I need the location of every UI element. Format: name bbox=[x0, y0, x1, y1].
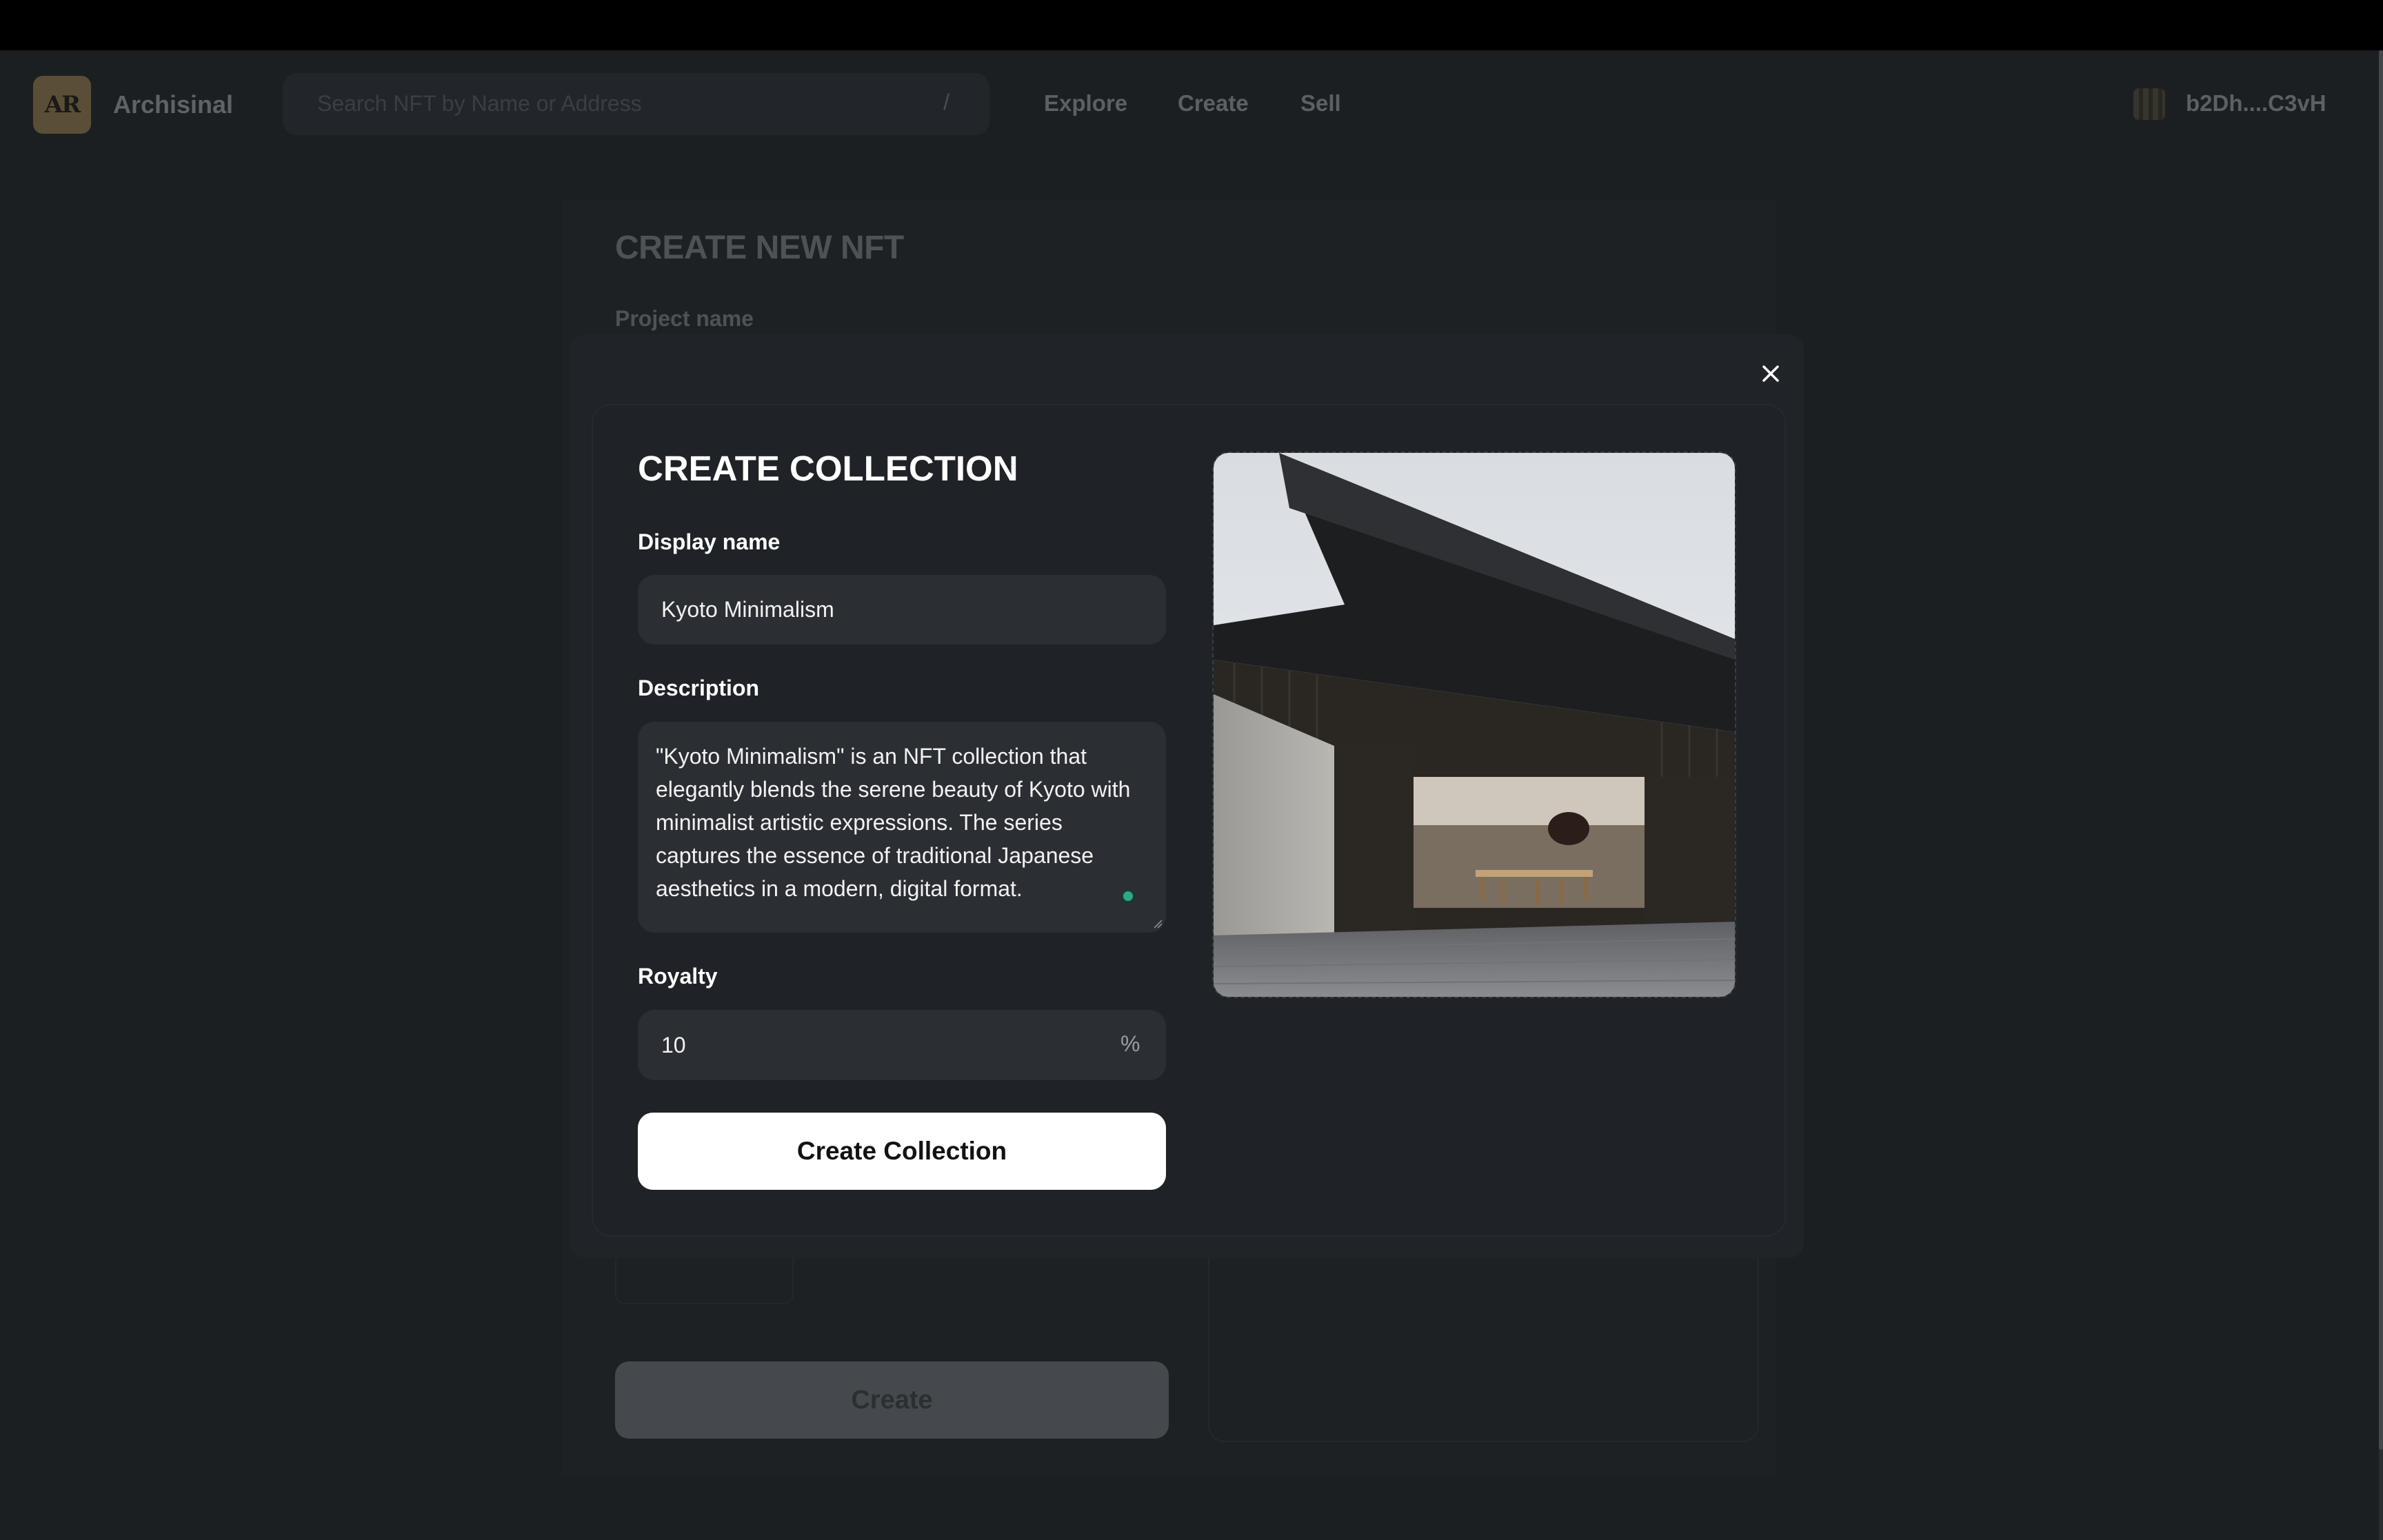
display-name-input[interactable] bbox=[638, 575, 1166, 645]
nav-create[interactable]: Create bbox=[1178, 90, 1249, 116]
description-textarea[interactable]: "Kyoto Minimalism" is an NFT collection … bbox=[638, 722, 1166, 933]
royalty-input[interactable] bbox=[638, 1010, 1166, 1080]
logo-text: AR bbox=[44, 91, 81, 119]
browser-top-bar bbox=[0, 0, 2383, 50]
percent-unit: % bbox=[1120, 1031, 1140, 1056]
collection-image-upload[interactable] bbox=[1212, 452, 1736, 998]
create-collection-button[interactable]: Create Collection bbox=[638, 1113, 1166, 1190]
house-photo bbox=[1214, 453, 1735, 997]
scrollbar-thumb[interactable] bbox=[2379, 50, 2383, 1450]
page-title: CREATE NEW NFT bbox=[615, 230, 904, 266]
wallet-avatar[interactable] bbox=[2133, 88, 2165, 120]
modal-title: CREATE COLLECTION bbox=[638, 449, 1018, 488]
create-nft-button[interactable]: Create bbox=[615, 1361, 1169, 1439]
brand-name[interactable]: Archisinal bbox=[113, 90, 233, 119]
resize-handle-icon[interactable] bbox=[1153, 919, 1163, 929]
background-field bbox=[615, 1258, 794, 1304]
search-bar[interactable]: Search NFT by Name or Address / bbox=[283, 73, 989, 135]
search-input[interactable]: Search NFT by Name or Address bbox=[317, 91, 642, 116]
display-name-label: Display name bbox=[638, 529, 781, 554]
close-icon[interactable] bbox=[1754, 357, 1787, 390]
logo[interactable]: AR bbox=[33, 76, 91, 134]
wallet-address[interactable]: b2Dh....C3vH bbox=[2186, 90, 2326, 116]
project-name-label: Project name bbox=[615, 306, 754, 331]
royalty-label: Royalty bbox=[638, 964, 718, 989]
navigation-bar: AR Archisinal Search NFT by Name or Addr… bbox=[0, 50, 2379, 158]
search-shortcut-key: / bbox=[943, 90, 949, 114]
grammar-indicator-icon[interactable] bbox=[1123, 891, 1133, 901]
nav-sell[interactable]: Sell bbox=[1300, 90, 1341, 116]
nav-explore[interactable]: Explore bbox=[1044, 90, 1127, 116]
description-label: Description bbox=[638, 676, 760, 700]
